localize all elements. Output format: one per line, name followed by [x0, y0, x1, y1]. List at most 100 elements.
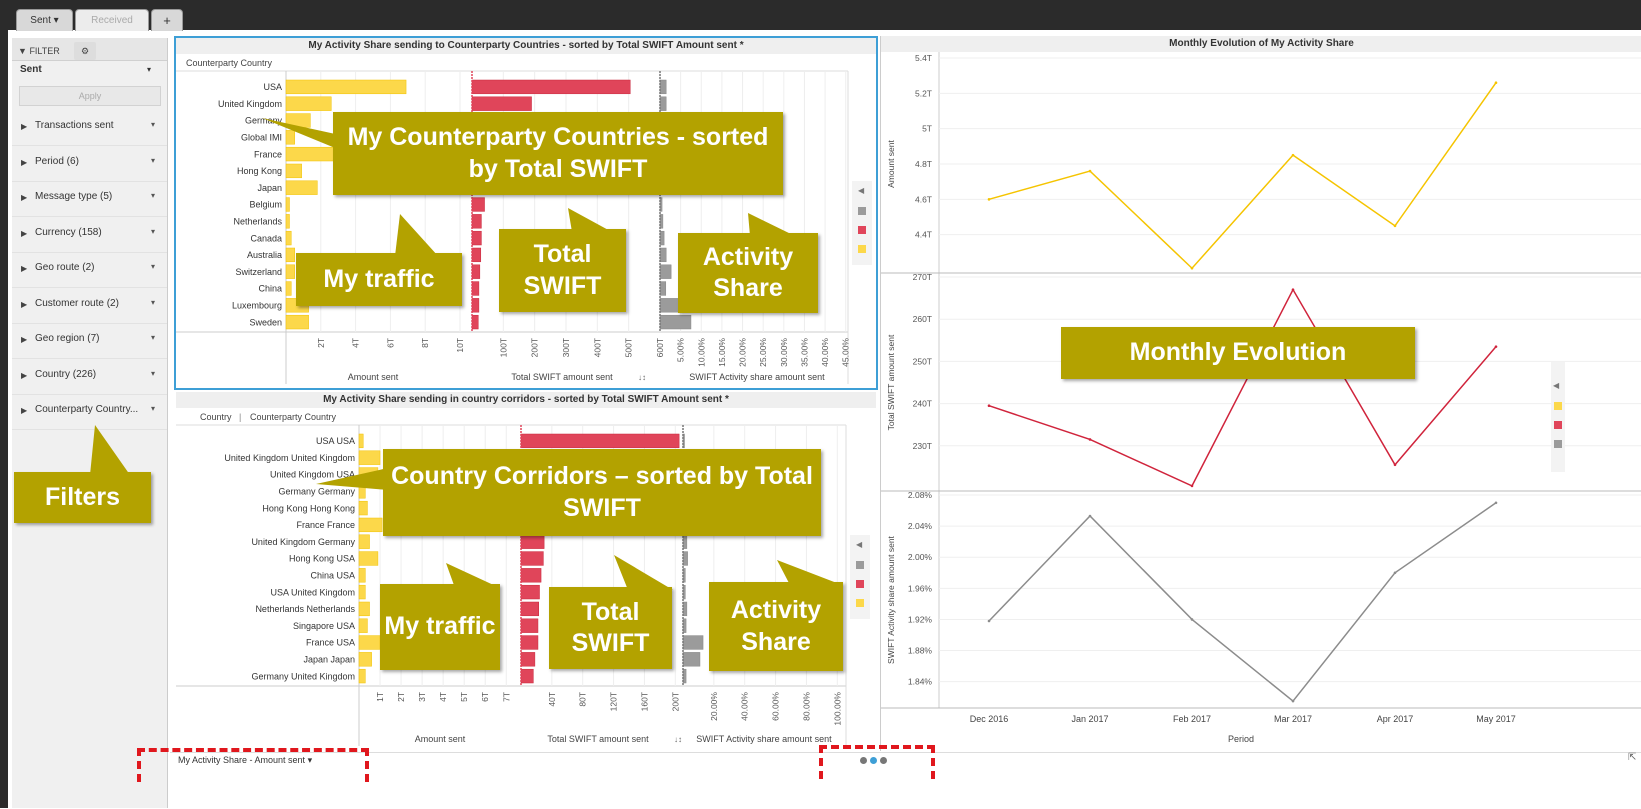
- tab-sent[interactable]: Sent ▾: [16, 9, 73, 31]
- tick-label: 4T: [351, 338, 361, 348]
- chevron-left-icon: ◀: [1553, 381, 1560, 390]
- page-dot[interactable]: [870, 757, 877, 764]
- caret-right-icon: ▶: [21, 370, 28, 380]
- category-label: Sweden: [249, 317, 282, 327]
- bar-traffic: [285, 214, 290, 229]
- bar-swift: [471, 264, 481, 279]
- filter-icon: ▼: [18, 46, 27, 56]
- bar-swift: [471, 230, 482, 246]
- filter-panel: ▼ FILTER ⚙ Sent ▾ Apply ▶ Transactions se…: [12, 38, 168, 808]
- category-label: USA United Kingdom: [270, 587, 355, 597]
- bar-swift: [520, 668, 534, 684]
- tab-bar: Sent ▾ Received +: [0, 0, 1641, 31]
- tick-label: 5.00%: [676, 338, 686, 363]
- data-point: [1088, 438, 1092, 441]
- chevron-down-icon[interactable]: ▾: [151, 333, 155, 342]
- caret-right-icon: ▶: [21, 406, 28, 415]
- country-corridors-panel[interactable]: My Activity Share sending in country cor…: [176, 392, 876, 750]
- tick-label: 40T: [547, 692, 557, 707]
- chevron-down-icon[interactable]: ▾: [151, 298, 155, 307]
- chevron-left-icon: ◀: [858, 186, 865, 195]
- filter-item[interactable]: ▶ Country (226) ▾: [12, 358, 167, 395]
- category-label: Hong Kong Hong Kong: [262, 503, 355, 513]
- axis-label-amount: Amount sent: [348, 372, 399, 382]
- filter-item[interactable]: ▶ Transactions sent ▾: [12, 109, 167, 146]
- filter-item[interactable]: ▶ Period (6) ▾: [12, 145, 167, 182]
- legend-strip: [1551, 362, 1565, 472]
- callout-top-activity-share: Activity Share: [678, 233, 818, 313]
- page-dot[interactable]: [860, 757, 867, 764]
- bar-swift: [471, 96, 532, 111]
- bar-traffic: [358, 652, 372, 667]
- tick-label: 3T: [417, 692, 427, 702]
- category-label: China: [258, 284, 282, 294]
- chevron-down-icon[interactable]: ▾: [151, 262, 155, 271]
- caret-right-icon: ▶: [21, 264, 28, 273]
- x-axis-label: Period: [1228, 734, 1254, 744]
- chevron-down-icon[interactable]: ▾: [151, 227, 155, 236]
- category-label: Japan Japan: [303, 654, 355, 664]
- chevron-down-icon[interactable]: ▾: [151, 156, 155, 165]
- filter-item[interactable]: ▶ Customer route (2) ▾: [12, 287, 167, 324]
- y-tick-label: 4.6T: [915, 194, 932, 204]
- y-tick-label: 5.2T: [915, 88, 932, 98]
- bar-swift: [471, 197, 485, 212]
- filter-item-label: Country (226): [35, 368, 97, 380]
- gear-icon[interactable]: ⚙: [74, 42, 96, 60]
- chevron-down-icon: ▾: [53, 15, 59, 26]
- y-axis-label: Total SWIFT amount sent: [886, 334, 896, 430]
- filter-item[interactable]: ▶ Counterparty Country... ▾: [12, 393, 167, 430]
- counterparty-chart[interactable]: Counterparty Country USA United Kingdom Ger…: [176, 54, 876, 388]
- chevron-down-icon[interactable]: ▾: [147, 65, 151, 74]
- filter-item[interactable]: ▶ Geo route (2) ▾: [12, 251, 167, 288]
- apply-button[interactable]: Apply: [19, 86, 161, 106]
- y-tick-label: 5.4T: [915, 53, 932, 63]
- chevron-down-icon[interactable]: ▾: [151, 404, 155, 413]
- callout-bottom-total-swift: Total SWIFT: [549, 587, 672, 669]
- tick-label: 600T: [655, 338, 665, 357]
- data-point: [1291, 288, 1295, 291]
- y-tick-label: 2.04%: [908, 521, 933, 531]
- category-label: Canada: [250, 233, 282, 243]
- chevron-down-icon[interactable]: ▾: [151, 369, 155, 378]
- counterparty-countries-panel[interactable]: My Activity Share sending to Counterpart…: [174, 36, 878, 390]
- tick-label: 25.00%: [758, 338, 768, 367]
- page-dots: [860, 756, 890, 766]
- category-label: Luxembourg: [232, 300, 282, 310]
- chevron-down-icon[interactable]: ▾: [151, 191, 155, 200]
- category-label: Global IMI: [241, 132, 282, 142]
- category-label: France: [254, 149, 282, 159]
- y-tick-label: 260T: [913, 314, 932, 324]
- callout-filters: Filters: [14, 472, 151, 523]
- tab-filter[interactable]: ▼ FILTER: [18, 42, 60, 60]
- bar-share: [659, 79, 667, 95]
- filter-item[interactable]: ▶ Geo region (7) ▾: [12, 322, 167, 359]
- tab-received[interactable]: Received: [75, 9, 149, 31]
- filter-item[interactable]: ▶ Message type (5) ▾: [12, 180, 167, 217]
- bar-traffic: [358, 450, 381, 465]
- category-label: China USA: [310, 570, 355, 580]
- bar-share: [659, 96, 667, 111]
- callout-top-my-traffic: My traffic: [296, 253, 462, 306]
- dimension-header: Counterparty Country: [186, 58, 273, 68]
- monthly-evolution-panel[interactable]: Monthly Evolution of My Activity Share 5…: [880, 36, 1641, 751]
- sort-icon: ↓↕: [674, 735, 682, 744]
- bar-swift: [520, 584, 540, 600]
- bar-traffic: [358, 551, 379, 566]
- y-tick-label: 1.96%: [908, 583, 933, 593]
- bar-traffic: [285, 163, 302, 179]
- bar-traffic: [285, 314, 309, 330]
- filter-item-label: Message type (5): [35, 191, 113, 202]
- legend-swatch: [856, 599, 864, 607]
- category-label: Belgium: [249, 200, 282, 210]
- bar-traffic: [285, 146, 337, 162]
- page-dot[interactable]: [880, 757, 887, 764]
- chevron-down-icon[interactable]: ▾: [151, 120, 155, 129]
- legend-swatch: [1554, 440, 1562, 448]
- bar-traffic: [358, 584, 366, 600]
- monthly-chart[interactable]: 5.4T 5.2T 5T 4.8T 4.6T 4.4T Amount sent 270T 260…: [881, 52, 1641, 751]
- filter-item[interactable]: ▶ Currency (158) ▾: [12, 216, 167, 253]
- add-tab-button[interactable]: +: [151, 9, 183, 31]
- expand-icon[interactable]: ⇱: [1628, 752, 1636, 763]
- y-tick-label: 2.00%: [908, 552, 933, 562]
